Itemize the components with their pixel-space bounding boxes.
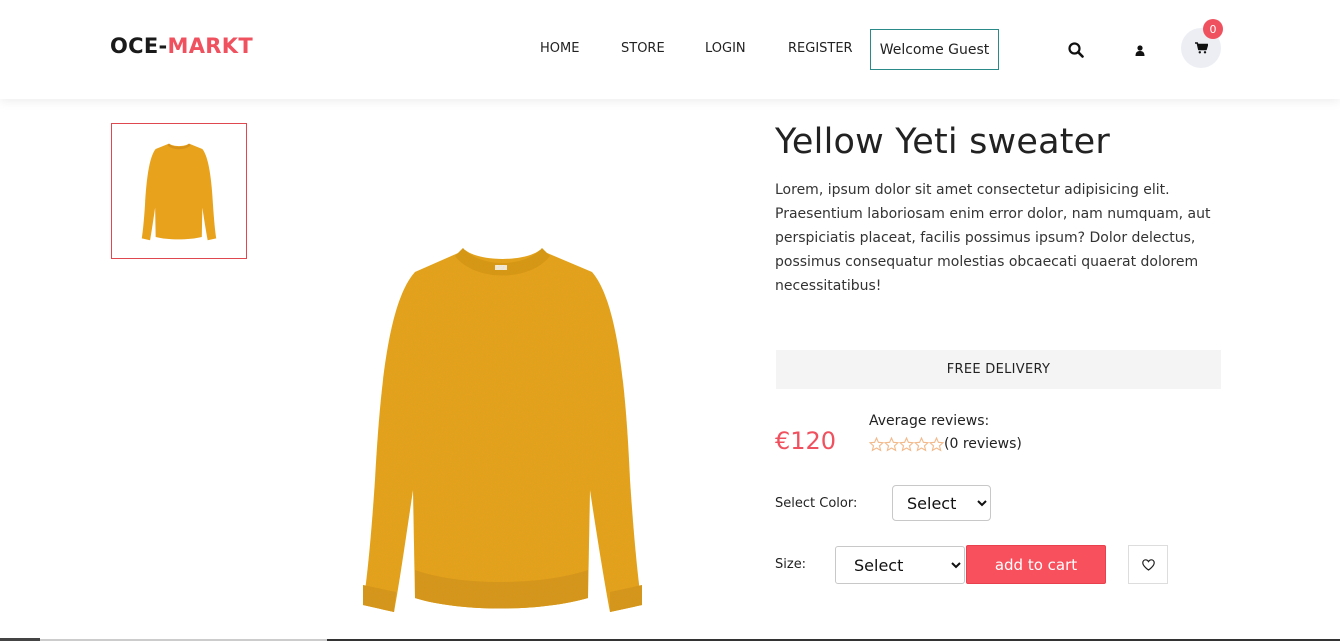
site-header: OCE-MARKT HOME STORE LOGIN REGISTER Welc… bbox=[0, 0, 1340, 99]
color-select[interactable]: Select bbox=[892, 485, 991, 521]
wishlist-button[interactable] bbox=[1128, 545, 1168, 584]
star-icon bbox=[914, 436, 929, 452]
free-delivery-banner: FREE DELIVERY bbox=[776, 350, 1221, 389]
search-icon[interactable] bbox=[1066, 40, 1086, 60]
reviews-count: (0 reviews) bbox=[944, 436, 1022, 452]
size-select[interactable]: Select bbox=[835, 546, 965, 584]
star-icon bbox=[869, 436, 884, 452]
cart-count-badge: 0 bbox=[1203, 19, 1223, 39]
cart-icon bbox=[1194, 42, 1208, 54]
user-icon[interactable] bbox=[1132, 40, 1148, 60]
add-to-cart-button[interactable]: add to cart bbox=[966, 545, 1106, 584]
product-price: €120 bbox=[775, 427, 837, 455]
nav-register[interactable]: REGISTER bbox=[788, 41, 853, 56]
logo-accent-text: MARKT bbox=[167, 34, 253, 58]
star-icon bbox=[884, 436, 899, 452]
product-title: Yellow Yeti sweater bbox=[775, 122, 1111, 162]
heart-icon bbox=[1141, 558, 1155, 571]
rating-stars bbox=[869, 436, 944, 454]
star-icon bbox=[929, 436, 944, 452]
logo-main-text: OCE- bbox=[110, 34, 168, 58]
welcome-guest-box[interactable]: Welcome Guest bbox=[870, 29, 999, 70]
product-description: Lorem, ipsum dolor sit amet consectetur … bbox=[775, 182, 1211, 294]
product-thumbnail[interactable] bbox=[111, 123, 247, 259]
nav-home[interactable]: HOME bbox=[540, 41, 579, 56]
star-icon bbox=[899, 436, 914, 452]
product-main-image bbox=[360, 240, 645, 615]
sweater-thumbnail-image bbox=[141, 143, 217, 241]
select-color-label: Select Color: bbox=[775, 496, 858, 511]
nav-login[interactable]: LOGIN bbox=[705, 41, 746, 56]
nav-store[interactable]: STORE bbox=[621, 41, 665, 56]
site-logo[interactable]: OCE-MARKT bbox=[110, 34, 253, 58]
average-reviews-label: Average reviews: bbox=[869, 413, 990, 429]
size-label: Size: bbox=[775, 557, 807, 572]
